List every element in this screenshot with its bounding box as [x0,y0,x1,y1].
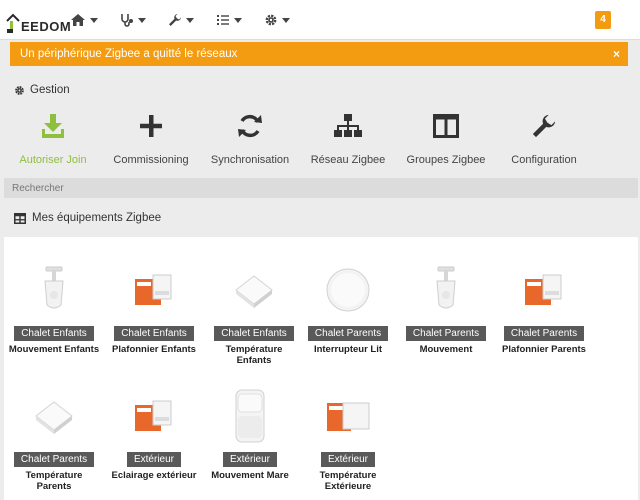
room-badge: Extérieur [320,452,375,467]
nav-tasks-menu[interactable] [210,8,248,32]
equipment-name: Température Parents [25,470,83,492]
nav-home-menu[interactable] [64,8,104,32]
gestion-section-title: Gestion [14,84,70,96]
notification-count-badge[interactable]: 4 [595,11,611,29]
gestion-actions: Autoriser Join Commissioning Synchronisa… [0,110,640,180]
equipment-title-text: Mes équipements Zigbee [32,212,162,224]
motion-sensor-image [436,266,456,309]
chevron-down-icon [138,17,146,23]
stethoscope-icon [121,14,133,27]
equipment-card[interactable]: Chalet Enfants Plafonnier Enfants [108,259,200,355]
action-label: Réseau Zigbee [310,154,386,166]
wrench-icon [169,14,181,26]
equipment-name: Mouvement Enfants [8,344,100,355]
room-badge: Chalet Parents [13,452,95,467]
top-navbar: EEDOM 4 [0,0,640,40]
equipment-card[interactable]: Chalet Parents Mouvement [400,259,492,355]
nav-settings-menu[interactable] [258,8,296,32]
room-badge: Extérieur [222,452,277,467]
relay-module-image [135,400,172,431]
round-switch-image [326,268,370,312]
action-label: Groupes Zigbee [406,154,486,166]
chevron-down-icon [282,17,290,23]
groupes-zigbee-button[interactable]: Groupes Zigbee [406,110,486,166]
room-badge: Chalet Parents [307,326,389,341]
alert-message: Un périphérique Zigbee a quitté le résea… [20,48,238,60]
action-label: Autoriser Join [19,154,87,166]
equipment-card[interactable]: Chalet Parents Interrupteur Lit [302,259,394,355]
table-icon [14,212,26,224]
tasks-icon [217,15,229,25]
alert-close-button[interactable]: × [613,42,620,66]
search-input[interactable] [4,178,638,198]
equipment-name: Plafonnier Parents [502,344,586,355]
action-label: Synchronisation [210,154,290,166]
equipment-panel: Chalet Enfants Mouvement Enfants Chalet … [4,237,638,500]
equipment-card[interactable]: Extérieur Température Extérieure [302,385,394,492]
equipment-card[interactable]: Chalet Parents Température Parents [8,385,100,492]
autoriser-join-button[interactable]: Autoriser Join [14,110,92,166]
commissioning-button[interactable]: Commissioning [108,110,194,166]
sitemap-icon [334,114,362,137]
room-badge: Chalet Enfants [214,326,294,341]
nav-tools-menu[interactable] [162,8,200,32]
temperature-sensor-image [235,275,273,308]
motion-sensor-large-image [235,389,265,443]
chevron-down-icon [90,17,98,23]
refresh-icon [238,114,262,138]
action-label: Configuration [511,154,577,166]
synchronisation-button[interactable]: Synchronisation [206,110,294,166]
gestion-title-text: Gestion [30,84,70,96]
columns-icon [433,114,459,138]
gear-icon [265,14,277,26]
action-label: Commissioning [113,154,189,166]
equipment-name: Interrupteur Lit [313,344,383,355]
equipment-section-title: Mes équipements Zigbee [14,212,161,224]
equipment-name: Mouvement [419,344,473,355]
reseau-zigbee-button[interactable]: Réseau Zigbee [310,110,386,166]
chevron-down-icon [234,17,242,23]
relay-module-small-image [327,402,370,431]
configuration-button[interactable]: Configuration [506,110,582,166]
equipment-name: Mouvement Mare [211,470,289,481]
motion-sensor-image [44,266,64,309]
room-badge: Extérieur [126,452,181,467]
equipment-card[interactable]: Extérieur Mouvement Mare [204,385,296,481]
gear-icon [15,85,24,95]
equipment-card[interactable]: Chalet Enfants Température Enfants [208,259,300,366]
download-icon [42,114,64,138]
nav-analysis-menu[interactable] [114,8,152,32]
temperature-sensor-image [35,401,73,434]
plus-icon [140,115,162,137]
chevron-down-icon [186,17,194,23]
equipment-name: Eclairage extérieur [111,470,197,481]
equipment-card[interactable]: Chalet Parents Plafonnier Parents [498,259,590,355]
jeedom-logo[interactable]: EEDOM [6,6,71,34]
home-icon [71,14,85,26]
equipment-card[interactable]: Chalet Enfants Mouvement Enfants [8,259,100,355]
room-badge: Chalet Parents [503,326,585,341]
relay-module-image [135,274,172,305]
equipment-name: Température Extérieure [319,470,377,492]
equipment-name: Température Enfants [225,344,283,366]
relay-module-image [525,274,562,305]
alert-banner: Un périphérique Zigbee a quitté le résea… [10,42,628,66]
room-badge: Chalet Enfants [114,326,194,341]
wrench-icon [532,114,556,138]
equipment-name: Plafonnier Enfants [112,344,196,355]
house-logo-icon [6,12,20,34]
room-badge: Chalet Parents [405,326,487,341]
room-badge: Chalet Enfants [14,326,94,341]
equipment-card[interactable]: Extérieur Eclairage extérieur [108,385,200,481]
